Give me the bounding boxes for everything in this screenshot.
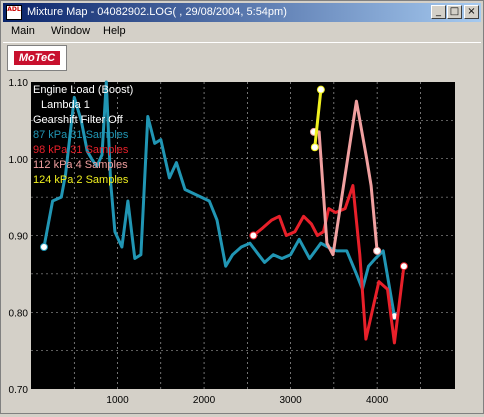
minimize-button[interactable]: _ bbox=[431, 5, 446, 19]
menu-main[interactable]: Main bbox=[11, 25, 35, 37]
title-bar[interactable]: ADL Mixture Map - 04082902.LOG( , 29/08/… bbox=[3, 3, 481, 22]
close-button[interactable]: × bbox=[464, 5, 479, 19]
series-end-marker bbox=[399, 262, 408, 271]
y-tick-label: 0.70 bbox=[9, 385, 29, 396]
y-tick-label: 0.80 bbox=[9, 308, 29, 319]
menu-help[interactable]: Help bbox=[103, 25, 126, 37]
y-tick-label: 1.10 bbox=[9, 78, 29, 89]
series-start-marker bbox=[249, 231, 258, 240]
x-tick-label: 1000 bbox=[106, 395, 129, 406]
x-tick-label: 2000 bbox=[193, 395, 216, 406]
series-start-marker bbox=[39, 243, 48, 252]
series-end-marker bbox=[373, 246, 382, 255]
legend-entry: 124 kPa 2 Samples bbox=[33, 174, 129, 186]
y-tick-label: 1.00 bbox=[9, 155, 29, 166]
mixture-map-window: ADL Mixture Map - 04082902.LOG( , 29/08/… bbox=[0, 0, 484, 414]
chart-info-line: Engine Load (Boost) bbox=[33, 84, 133, 96]
window-title: Mixture Map - 04082902.LOG( , 29/08/2004… bbox=[27, 6, 287, 18]
motec-logo: MoTeC bbox=[14, 51, 60, 65]
menu-bar: Main Window Help bbox=[3, 23, 481, 41]
x-tick-label: 3000 bbox=[279, 395, 302, 406]
chart-info-line: Lambda 1 bbox=[41, 99, 90, 111]
legend-entry: 112 kPa 4 Samples bbox=[33, 159, 128, 171]
legend-entry: 87 kPa 31 Samples bbox=[33, 129, 129, 141]
series-end-marker bbox=[316, 85, 325, 94]
motec-logo-button[interactable]: MoTeC bbox=[7, 45, 67, 71]
app-icon: ADL bbox=[6, 5, 22, 20]
series-start-marker bbox=[310, 143, 319, 152]
chart-area: 0.70 0.80 0.90 1.00 1.10 1000 2000 3000 4000 Engi… bbox=[1, 74, 483, 413]
y-tick-label: 0.90 bbox=[9, 232, 29, 243]
menu-window[interactable]: Window bbox=[51, 25, 90, 37]
toolbar: MoTeC bbox=[3, 42, 481, 73]
mixture-chart: 0.70 0.80 0.90 1.00 1.10 1000 2000 3000 4000 Engi… bbox=[9, 78, 455, 406]
chart-info-line: Gearshift Filter Off bbox=[33, 114, 124, 126]
legend-entry: 98 kPa 31 Samples bbox=[33, 144, 129, 156]
maximize-button[interactable]: □ bbox=[447, 5, 462, 19]
x-tick-label: 4000 bbox=[366, 395, 389, 406]
